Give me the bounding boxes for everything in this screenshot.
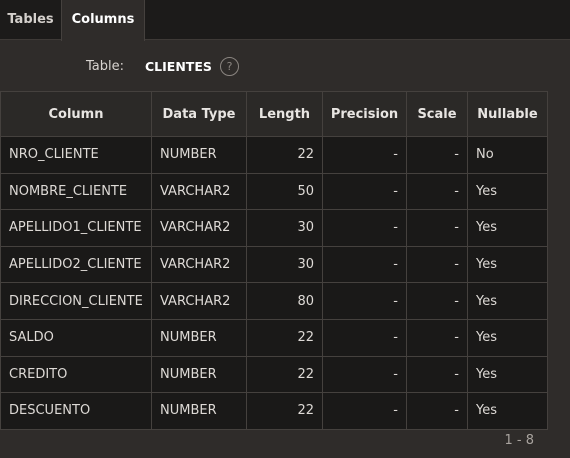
table-row: CREDITO NUMBER 22- - Yes (0, 355, 548, 394)
cell-data-type: NUMBER (151, 318, 247, 357)
pagination-range: 1 - 8 (504, 433, 535, 448)
cell-scale: - (406, 172, 468, 211)
cell-precision: - (322, 136, 407, 174)
cell-nullable: No (467, 136, 548, 174)
tab-tables[interactable]: Tables (0, 0, 61, 40)
cell-scale: - (406, 136, 468, 174)
table-row: APELLIDO2_CLIENTE VARCHAR2 30- - Yes (0, 245, 548, 284)
cell-scale: - (406, 282, 468, 320)
cell-column-name: APELLIDO2_CLIENTE (0, 245, 152, 284)
cell-precision: - (322, 392, 407, 430)
table-row: DESCUENTO NUMBER 22- - Yes (0, 392, 548, 430)
cell-data-type: VARCHAR2 (151, 245, 247, 284)
cell-column-name: APELLIDO1_CLIENTE (0, 209, 152, 247)
cell-column-name: CREDITO (0, 355, 152, 394)
cell-length: 22 (246, 318, 323, 357)
header-row: Column Data Type Length Precision Scale … (0, 91, 548, 137)
cell-column-name: SALDO (0, 318, 152, 357)
cell-scale: - (406, 355, 468, 394)
cell-length: 30 (246, 245, 323, 284)
tab-bar: Tables Columns (0, 0, 570, 41)
cell-precision: - (322, 245, 407, 284)
cell-length: 22 (246, 355, 323, 394)
header-scale[interactable]: Scale (406, 91, 468, 137)
cell-column-name: NRO_CLIENTE (0, 136, 152, 174)
cell-column-name: DESCUENTO (0, 392, 152, 430)
cell-precision: - (322, 282, 407, 320)
cell-nullable: Yes (467, 209, 548, 247)
columns-panel: Tables Columns Table: CLIENTES ? Column … (0, 0, 570, 458)
table-name: CLIENTES (145, 59, 212, 74)
cell-data-type: VARCHAR2 (151, 282, 247, 320)
table-label: Table: (86, 59, 124, 74)
cell-nullable: Yes (467, 392, 548, 430)
cell-precision: - (322, 172, 407, 211)
cell-length: 30 (246, 209, 323, 247)
header-nullable[interactable]: Nullable (467, 91, 548, 137)
table-row: DIRECCION_CLIENTE VARCHAR2 80- - Yes (0, 282, 548, 320)
cell-data-type: VARCHAR2 (151, 172, 247, 211)
cell-nullable: Yes (467, 245, 548, 284)
cell-scale: - (406, 392, 468, 430)
cell-length: 22 (246, 392, 323, 430)
tab-columns[interactable]: Columns (61, 0, 145, 41)
table-row: NOMBRE_CLIENTE VARCHAR2 50- - Yes (0, 172, 548, 211)
table-row: NRO_CLIENTE NUMBER 22- - No (0, 136, 548, 174)
cell-scale: - (406, 245, 468, 284)
header-precision[interactable]: Precision (322, 91, 407, 137)
cell-nullable: Yes (467, 318, 548, 357)
cell-length: 50 (246, 172, 323, 211)
cell-scale: - (406, 209, 468, 247)
cell-scale: - (406, 318, 468, 357)
cell-precision: - (322, 209, 407, 247)
cell-precision: - (322, 318, 407, 357)
columns-table: Column Data Type Length Precision Scale … (0, 91, 548, 430)
cell-nullable: Yes (467, 172, 548, 211)
cell-length: 22 (246, 136, 323, 174)
cell-data-type: VARCHAR2 (151, 209, 247, 247)
table-row: SALDO NUMBER 22- - Yes (0, 318, 548, 357)
cell-data-type: NUMBER (151, 136, 247, 174)
cell-column-name: DIRECCION_CLIENTE (0, 282, 152, 320)
cell-nullable: Yes (467, 355, 548, 394)
header-column[interactable]: Column (0, 91, 152, 137)
header-data-type[interactable]: Data Type (151, 91, 247, 137)
table-row: APELLIDO1_CLIENTE VARCHAR2 30- - Yes (0, 209, 548, 247)
cell-length: 80 (246, 282, 323, 320)
cell-data-type: NUMBER (151, 355, 247, 394)
cell-precision: - (322, 355, 407, 394)
cell-nullable: Yes (467, 282, 548, 320)
header-length[interactable]: Length (246, 91, 323, 137)
cell-column-name: NOMBRE_CLIENTE (0, 172, 152, 211)
help-icon[interactable]: ? (220, 57, 239, 76)
cell-data-type: NUMBER (151, 392, 247, 430)
